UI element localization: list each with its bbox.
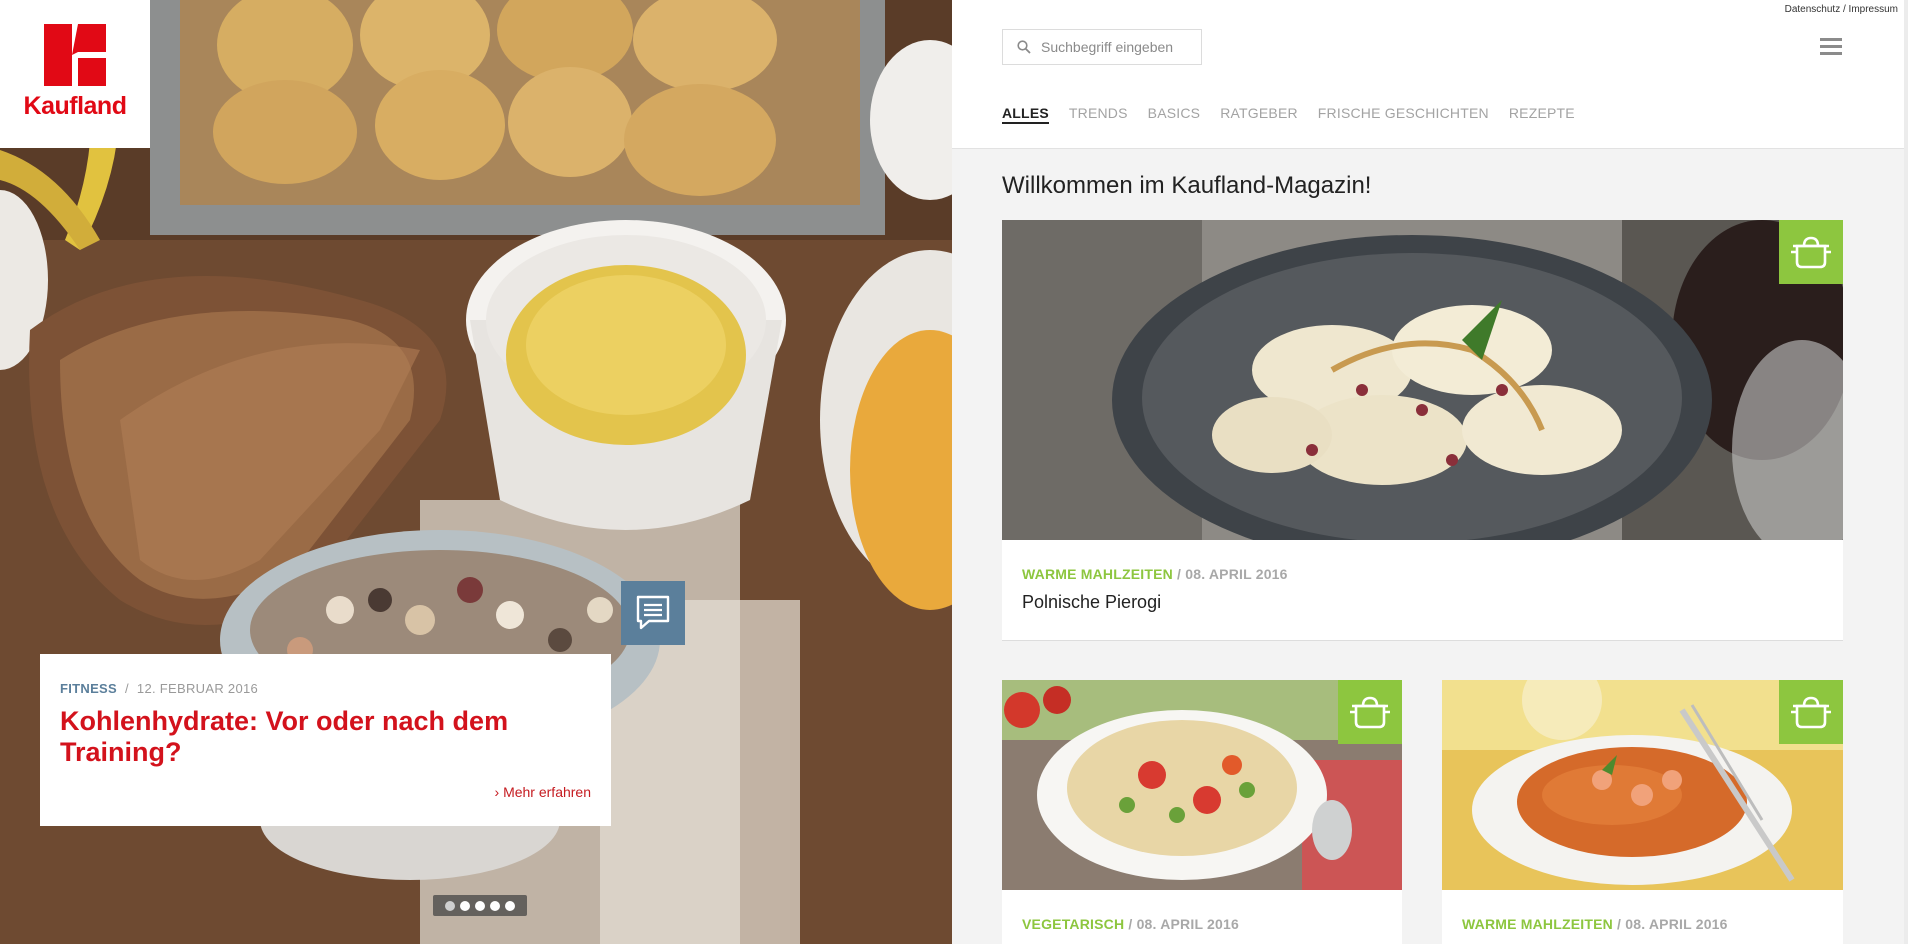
more-link[interactable]: › Mehr erfahren bbox=[495, 784, 591, 800]
article-category[interactable]: VEGETARISCH bbox=[1022, 916, 1124, 932]
category-nav: ALLES TRENDS BASICS RATGEBER FRISCHE GES… bbox=[1002, 105, 1575, 124]
article-card[interactable]: WARME MAHLZEITEN / 08. APRIL 2016 bbox=[1442, 680, 1843, 944]
nav-item-rezepte[interactable]: REZEPTE bbox=[1509, 105, 1575, 124]
page-title: Willkommen im Kaufland-Magazin! bbox=[1002, 172, 1372, 199]
article-category[interactable]: WARME MAHLZEITEN bbox=[1462, 916, 1613, 932]
privacy-link[interactable]: Datenschutz bbox=[1785, 4, 1841, 15]
slider-dot[interactable] bbox=[505, 900, 515, 911]
hero-meta-separator: / bbox=[125, 681, 129, 696]
slider-dot[interactable] bbox=[475, 900, 485, 911]
comment-icon bbox=[636, 595, 670, 630]
hero-date: 12. FEBRUAR 2016 bbox=[136, 681, 259, 696]
nav-item-trends[interactable]: TRENDS bbox=[1069, 105, 1128, 124]
slider-dot[interactable] bbox=[445, 900, 455, 911]
legal-separator: / bbox=[1840, 4, 1849, 15]
header: Datenschutz / Impressum ALLES TRENDS BAS… bbox=[952, 0, 1908, 149]
recipe-badge bbox=[1338, 680, 1402, 744]
slider-dot[interactable] bbox=[460, 900, 470, 911]
search-input[interactable] bbox=[1041, 39, 1191, 55]
article-title[interactable]: Polnische Pierogi bbox=[1022, 592, 1823, 613]
article-body: VEGETARISCH / 08. APRIL 2016 bbox=[1002, 890, 1402, 932]
article-date: / 08. APRIL 2016 bbox=[1124, 916, 1239, 932]
article-meta: WARME MAHLZEITEN / 08. APRIL 2016 bbox=[1462, 916, 1823, 932]
kaufland-logo[interactable]: Kaufland bbox=[0, 0, 150, 148]
article-image bbox=[1002, 220, 1843, 540]
legal-links: Datenschutz / Impressum bbox=[1785, 4, 1898, 15]
article-date: / 08. APRIL 2016 bbox=[1612, 916, 1728, 932]
recipe-badge bbox=[1779, 220, 1843, 284]
hero-category[interactable]: FITNESS bbox=[60, 681, 117, 696]
cooking-pot-icon bbox=[1350, 696, 1390, 729]
article-body: WARME MAHLZEITEN / 08. APRIL 2016 Polnis… bbox=[1002, 540, 1843, 613]
article-meta: WARME MAHLZEITEN / 08. APRIL 2016 bbox=[1022, 566, 1823, 582]
article-category[interactable]: WARME MAHLZEITEN bbox=[1022, 566, 1173, 582]
kaufland-logo-icon bbox=[44, 24, 106, 86]
nav-item-frische-geschichten[interactable]: FRISCHE GESCHICHTEN bbox=[1318, 105, 1489, 124]
recipe-badge bbox=[1779, 680, 1843, 744]
slider-dot[interactable] bbox=[490, 900, 500, 911]
cooking-pot-icon bbox=[1791, 236, 1831, 269]
search-box[interactable] bbox=[1002, 29, 1202, 65]
article-card[interactable]: VEGETARISCH / 08. APRIL 2016 bbox=[1002, 680, 1402, 944]
slider-pagination bbox=[433, 895, 527, 916]
article-image bbox=[1442, 680, 1843, 890]
comment-button[interactable] bbox=[621, 581, 685, 645]
article-image bbox=[1002, 680, 1402, 890]
hero-title[interactable]: Kohlenhydrate: Vor oder nach dem Trainin… bbox=[60, 706, 560, 768]
imprint-link[interactable]: Impressum bbox=[1849, 4, 1898, 15]
cooking-pot-icon bbox=[1791, 696, 1831, 729]
article-card[interactable]: WARME MAHLZEITEN / 08. APRIL 2016 Polnis… bbox=[1002, 220, 1843, 641]
scrollbar[interactable] bbox=[1904, 0, 1908, 944]
nav-item-ratgeber[interactable]: RATGEBER bbox=[1220, 105, 1298, 124]
nav-item-alles[interactable]: ALLES bbox=[1002, 105, 1049, 124]
hero-slider: Kaufland FITNESS / 12. FEBRUAR 2016 Kohlen… bbox=[0, 0, 952, 944]
magazine-panel: Datenschutz / Impressum ALLES TRENDS BAS… bbox=[952, 0, 1908, 944]
kaufland-logo-text: Kaufland bbox=[23, 92, 127, 120]
article-meta: VEGETARISCH / 08. APRIL 2016 bbox=[1022, 916, 1382, 932]
hero-teaser-card[interactable]: FITNESS / 12. FEBRUAR 2016 Kohlenhydrate: … bbox=[40, 654, 611, 826]
pierogi-photo bbox=[1002, 220, 1843, 540]
article-body: WARME MAHLZEITEN / 08. APRIL 2016 bbox=[1442, 890, 1843, 932]
article-date: / 08. APRIL 2016 bbox=[1172, 566, 1288, 582]
nav-item-basics[interactable]: BASICS bbox=[1148, 105, 1201, 124]
search-icon bbox=[1017, 40, 1031, 54]
menu-icon[interactable] bbox=[1820, 38, 1842, 58]
hero-meta: FITNESS / 12. FEBRUAR 2016 bbox=[60, 681, 591, 696]
